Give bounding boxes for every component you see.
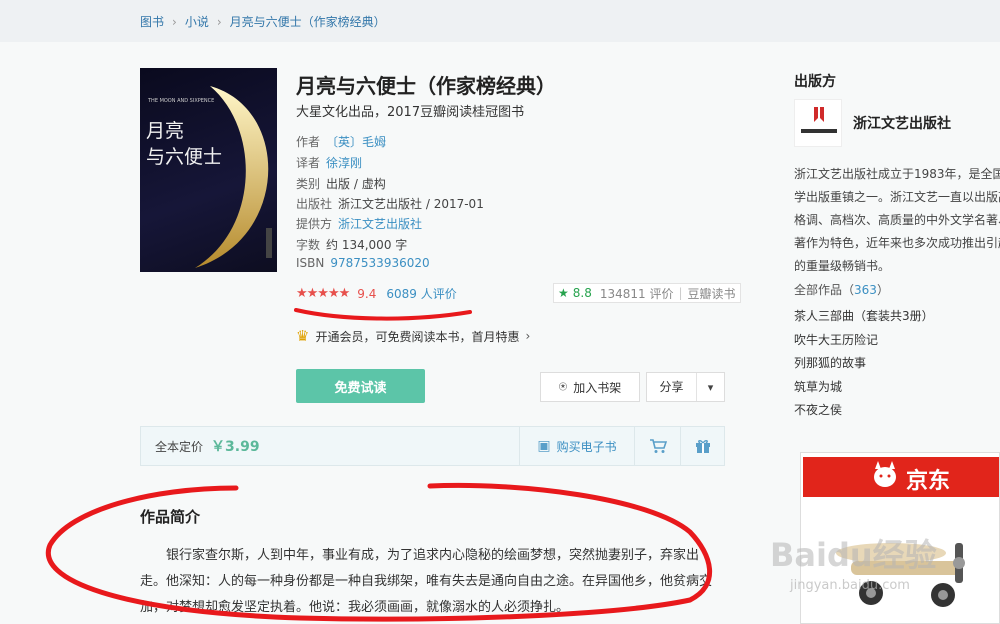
price-bar: 全本定价 ￥3.99 ▣ 购买电子书 (140, 426, 725, 466)
shopping-bag-icon: ▣ (537, 438, 551, 454)
work-item[interactable]: 吹牛大王历险记 (794, 330, 934, 354)
star-icon: ★ (558, 286, 569, 300)
rating-count-link[interactable]: 6089 人评价 (386, 285, 456, 302)
free-trial-button[interactable]: 免费试读 (296, 369, 425, 403)
book-title: 月亮与六便士（作家榜经典） (296, 74, 556, 98)
jd-brand-text: 京东 (906, 469, 951, 494)
chevron-down-icon[interactable]: ▾ (697, 381, 724, 394)
chevron-right-icon: › (172, 15, 177, 29)
baidu-watermark: Baidu经验 (770, 536, 937, 574)
buy-ebook-button[interactable]: ▣ 购买电子书 (519, 427, 634, 465)
cart-icon[interactable] (634, 427, 680, 465)
shelf-icon: ⍟ (558, 379, 568, 395)
publisher-name[interactable]: 浙江文艺出版社 (853, 113, 951, 133)
author-link[interactable]: 〔英〕毛姆 (326, 135, 386, 149)
crown-icon: ♛ (296, 327, 310, 345)
meta-publisher: 出版社 浙江文艺出版社 / 2017-01 (296, 197, 484, 211)
works-count-link[interactable]: 363 (854, 283, 877, 297)
cover-title: 月亮 与六便士 (146, 120, 223, 168)
chevron-right-icon: › (216, 15, 222, 29)
book-cover[interactable]: THE MOON AND SIXPENCE 月亮 与六便士 (140, 68, 277, 272)
intro-text: 银行家查尔斯，人到中年，事业有成，为了追求内心隐秘的绘画梦想，突然抛妻别子，弃家… (140, 548, 713, 615)
meta-author: 作者 〔英〕毛姆 (296, 135, 387, 149)
breadcrumb-books[interactable]: 图书 (140, 15, 164, 29)
rating-score: 9.4 (357, 286, 377, 301)
work-item[interactable]: 不夜之侯 (794, 400, 934, 424)
book-subtitle: 大星文化出品，2017豆瓣阅读桂冠图书 (296, 105, 525, 120)
work-item[interactable]: 茶人三部曲（套装共3册） (794, 306, 934, 330)
rating-row: ★★★★★ 9.4 6089 人评价 (296, 285, 457, 302)
douban-link[interactable]: 豆瓣读书 (688, 285, 736, 302)
top-bar: 图书 › 小说 › 月亮与六便士（作家榜经典） (0, 0, 1000, 42)
add-to-shelf-button[interactable]: ⍟ 加入书架 (540, 372, 640, 402)
breadcrumb: 图书 › 小说 › 月亮与六便士（作家榜经典） (140, 13, 386, 30)
breadcrumb-fiction[interactable]: 小说 (185, 15, 209, 29)
douban-rating[interactable]: ★ 8.8 134811 评价 | 豆瓣读书 (553, 283, 741, 303)
gift-icon[interactable] (680, 427, 725, 465)
work-item[interactable]: 列那狐的故事 (794, 353, 934, 377)
works-list: 茶人三部曲（套装共3册） 吹牛大王历险记 列那狐的故事 筑草为城 不夜之侯 (794, 306, 934, 424)
meta-provider: 提供方 浙江文艺出版社 (296, 217, 423, 231)
work-item[interactable]: 筑草为城 (794, 377, 934, 401)
jd-dog-logo-icon (874, 461, 896, 487)
chevron-right-icon: › (525, 329, 531, 343)
publisher-heading: 出版方 (794, 74, 836, 90)
meta-category: 类别 出版 / 虚构 (296, 177, 386, 191)
vip-promo[interactable]: ♛ 开通会员，可免费阅读本书，首月特惠 › (296, 327, 530, 345)
meta-isbn: ISBN 9787533936020 (296, 256, 430, 270)
share-button[interactable]: 分享 ▾ (646, 372, 725, 402)
intro-heading: 作品简介 (140, 508, 201, 526)
publisher-logo[interactable] (794, 99, 842, 147)
translator-link[interactable]: 徐淳刚 (326, 156, 362, 170)
star-rating-icon: ★★★★★ (296, 286, 350, 301)
cover-en-title: THE MOON AND SIXPENCE (148, 98, 215, 104)
meta-words: 字数约 134,000 字 (296, 238, 408, 252)
all-works-heading: 全部作品（363） (794, 283, 889, 297)
meta-translator: 译者 徐淳刚 (296, 156, 363, 170)
price-label: 全本定价 (155, 439, 204, 454)
baidu-watermark-url: jingyan.baidu.com (790, 578, 910, 593)
breadcrumb-current[interactable]: 月亮与六便士（作家榜经典） (230, 15, 386, 29)
isbn-link[interactable]: 9787533936020 (330, 256, 429, 270)
publisher-description: 浙江文艺出版社成立于1983年，是全国重 学出版重镇之一。浙江文艺一直以出版高 … (794, 167, 1000, 273)
price-value: ￥3.99 (211, 439, 260, 455)
provider-link[interactable]: 浙江文艺出版社 (338, 217, 422, 231)
